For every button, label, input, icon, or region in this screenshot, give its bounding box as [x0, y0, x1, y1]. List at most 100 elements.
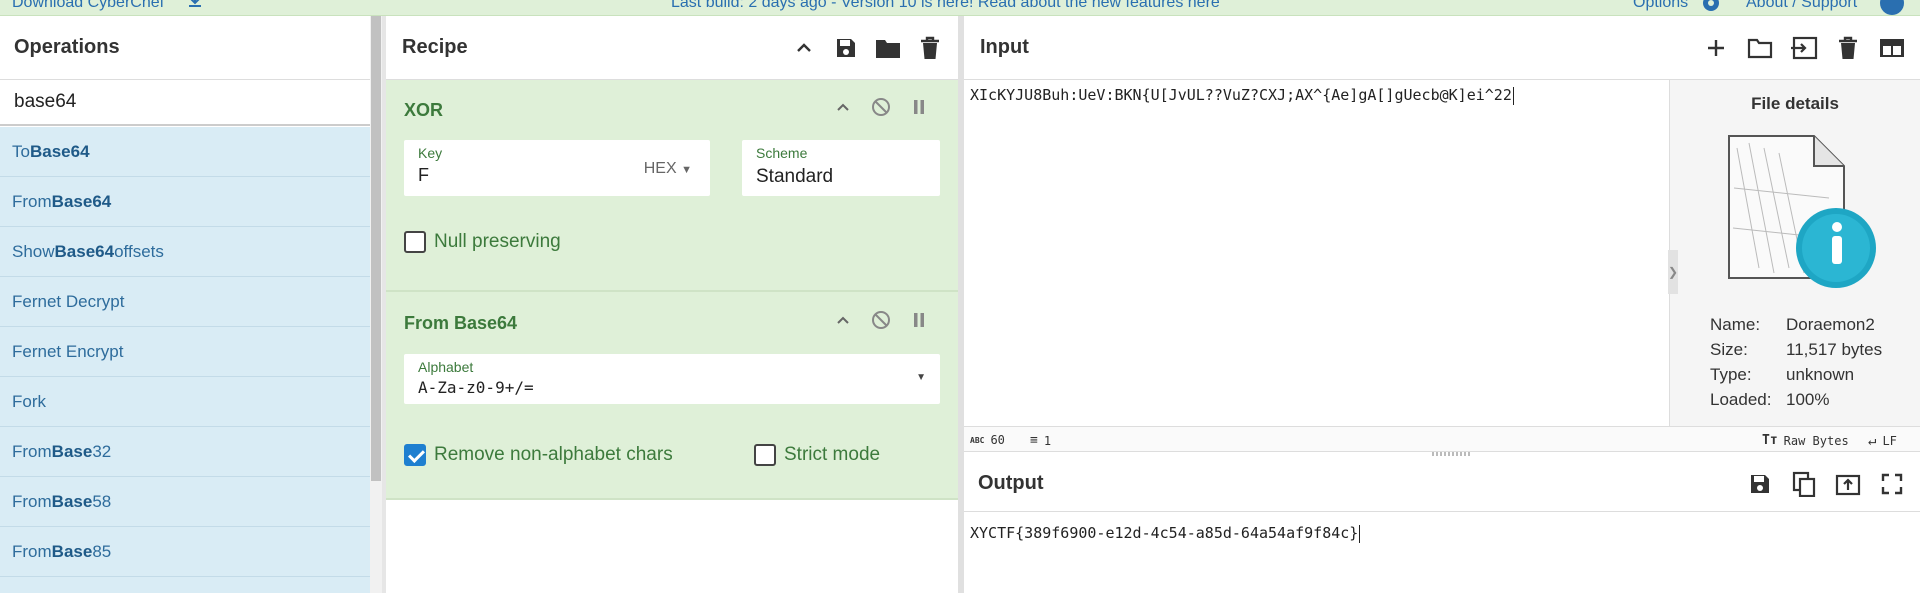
search-input[interactable]	[12, 90, 356, 114]
trash-icon[interactable]	[916, 34, 944, 62]
operation-list-item[interactable]: From Base64	[0, 177, 370, 227]
key-value[interactable]: F	[418, 165, 429, 186]
disable-icon[interactable]	[870, 309, 892, 331]
build-notice-link[interactable]: Last build: 2 days ago - Version 10 is h…	[671, 0, 1220, 12]
open-folder-icon[interactable]	[1746, 34, 1774, 62]
operation-label-bold: Base64	[29, 141, 90, 161]
caret-down-icon[interactable]: ▼	[916, 372, 926, 383]
operations-list: To Base64 From Base64 Show Base64 offsets F…	[0, 127, 370, 593]
size-label: Size:	[1710, 340, 1748, 359]
text-format-icon: Tт	[1762, 433, 1778, 448]
operation-label-bold: Base64	[54, 241, 115, 261]
operation-label-post: offsets	[114, 241, 164, 261]
operation-label-pre: Show	[12, 241, 55, 261]
type-value: unknown	[1786, 365, 1855, 384]
copy-icon[interactable]	[1790, 470, 1818, 498]
operation-label-pre: From	[12, 441, 52, 461]
operation-label-pre: Fork	[12, 391, 46, 411]
download-link[interactable]: Download CyberChef	[12, 0, 164, 12]
checkbox-box[interactable]	[404, 231, 426, 253]
file-metadata: Name: Doraemon2 Size: 11,517 bytes Type: un…	[1710, 312, 1882, 412]
gear-icon[interactable]	[1700, 0, 1722, 14]
from-base64-title: From Base64	[404, 313, 518, 333]
operation-list-item[interactable]: Show Base64 offsets	[0, 227, 370, 277]
file-details-title: File details	[1751, 94, 1839, 113]
pause-icon[interactable]	[908, 96, 930, 118]
char-count-value: 60	[990, 433, 1005, 447]
null-preserving-label: Null preserving	[434, 231, 561, 252]
top-banner: Download CyberChef Last build: 2 days ag…	[0, 0, 1920, 16]
operation-label-post: 32	[92, 441, 112, 461]
null-preserving-checkbox[interactable]: Null preserving	[404, 231, 561, 253]
input-header: Input	[964, 16, 1920, 80]
return-icon: ↵	[1868, 433, 1877, 449]
char-count: ABC 60	[970, 433, 1005, 447]
options-link[interactable]: Options	[1633, 0, 1688, 12]
scheme-field[interactable]: Scheme Standard	[742, 140, 940, 196]
operation-list-item[interactable]: Fernet Encrypt	[0, 327, 370, 377]
operation-list-item[interactable]: From Base 58	[0, 477, 370, 527]
operation-list-item[interactable]: To Base64	[0, 127, 370, 177]
key-field[interactable]: Key F HEX ▼	[404, 140, 710, 196]
scheme-label: Scheme	[756, 145, 808, 161]
operation-list-item[interactable]: Fernet Decrypt	[0, 277, 370, 327]
disable-icon[interactable]	[870, 96, 892, 118]
operation-label-pre: To	[12, 141, 30, 161]
save-icon[interactable]	[1746, 470, 1774, 498]
alphabet-value[interactable]: A-Za-z0-9+/=	[418, 378, 534, 397]
strict-mode-label: Strict mode	[784, 444, 881, 465]
operation-label-pre: From	[12, 491, 52, 511]
file-details-pane: ❯ File details Name: Doraemon2 Size: 11,51…	[1668, 80, 1920, 426]
abc-icon: ABC	[970, 435, 985, 445]
input-title: Input	[980, 36, 1029, 58]
operation-label-post: 85	[92, 541, 112, 561]
checkbox-box[interactable]	[404, 444, 426, 466]
chevron-up-icon[interactable]	[832, 96, 854, 118]
output-textarea[interactable]: XYCTF{389f6900-e12d-4c54-a85d-64a54af9f8…	[970, 524, 1361, 543]
chevron-up-icon[interactable]	[832, 309, 854, 331]
trash-icon[interactable]	[1834, 34, 1862, 62]
fullscreen-icon[interactable]	[1878, 470, 1906, 498]
strict-mode-checkbox[interactable]: Strict mode	[754, 444, 880, 466]
key-format-label: HEX	[643, 160, 677, 177]
download-icon[interactable]	[187, 0, 203, 10]
loaded-value: 100%	[1786, 390, 1830, 409]
operation-list-item[interactable]: Fork	[0, 377, 370, 427]
key-format-select[interactable]: HEX ▼	[644, 160, 692, 178]
operations-scrollbar[interactable]	[370, 16, 382, 593]
operation-list-item[interactable]: From Base 32	[0, 427, 370, 477]
output-text[interactable]: XYCTF{389f6900-e12d-4c54-a85d-64a54af9f8…	[970, 524, 1358, 542]
pause-icon[interactable]	[908, 309, 930, 331]
input-textarea[interactable]: XIcKYJU8Buh:UeV:BKN{U[JvUL??VuZ?CXJ;AX^{…	[970, 86, 1514, 105]
save-icon[interactable]	[832, 34, 860, 62]
operation-label-bold: Base	[51, 441, 93, 461]
replace-input-icon[interactable]	[1834, 470, 1862, 498]
layout-icon[interactable]	[1878, 34, 1906, 62]
eol-selector[interactable]: ↵ LF	[1868, 433, 1897, 449]
remove-non-alphabet-checkbox[interactable]: Remove non-alphabet chars	[404, 444, 673, 466]
scrollbar-thumb[interactable]	[371, 16, 381, 481]
help-icon[interactable]	[1880, 0, 1904, 15]
encoding-selector[interactable]: Tт Raw Bytes	[1762, 433, 1849, 448]
lines-icon: ≡	[1030, 433, 1038, 448]
operation-list-item[interactable]: From Base 85	[0, 527, 370, 577]
folder-icon[interactable]	[874, 34, 902, 62]
output-title: Output	[978, 472, 1044, 494]
chevron-up-icon[interactable]	[790, 34, 818, 62]
plus-icon[interactable]	[1702, 34, 1730, 62]
recipe-title: Recipe	[402, 36, 468, 58]
input-text[interactable]: XIcKYJU8Buh:UeV:BKN{U[JvUL??VuZ?CXJ;AX^{…	[970, 86, 1512, 104]
from-base64-operation: From Base64 Alphabet A-Za-z0-9+/= ▼ Remo…	[386, 292, 958, 500]
size-value: 11,517 bytes	[1786, 340, 1883, 359]
checkbox-box[interactable]	[754, 444, 776, 466]
io-panel: Input XIcKYJU8Buh:UeV:BKN{U[JvUL??VuZ?CX…	[964, 16, 1920, 593]
encoding-value: Raw Bytes	[1783, 433, 1849, 448]
xor-operation: XOR Key F HEX ▼ Scheme Standard Null pre…	[386, 80, 958, 292]
scheme-value[interactable]: Standard	[756, 166, 833, 188]
collapse-handle[interactable]: ❯	[1668, 250, 1678, 294]
open-file-icon[interactable]	[1790, 34, 1818, 62]
key-label: Key	[418, 145, 443, 161]
recipe-header: Recipe	[386, 16, 958, 80]
about-support-link[interactable]: About / Support	[1746, 0, 1857, 12]
alphabet-field[interactable]: Alphabet A-Za-z0-9+/= ▼	[404, 354, 940, 404]
